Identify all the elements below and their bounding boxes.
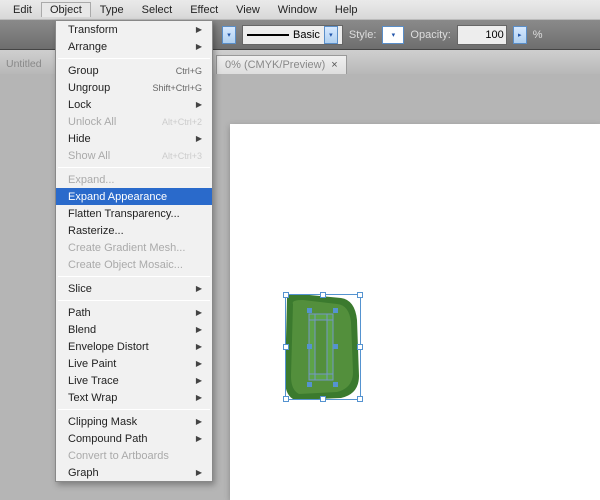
menu-item-lock[interactable]: Lock▶ bbox=[56, 96, 212, 113]
menu-item-flatten-transparency-[interactable]: Flatten Transparency... bbox=[56, 205, 212, 222]
submenu-arrow-icon: ▶ bbox=[196, 342, 202, 351]
menu-item-slice[interactable]: Slice▶ bbox=[56, 280, 212, 297]
submenu-arrow-icon: ▶ bbox=[196, 393, 202, 402]
menu-item-expand-: Expand... bbox=[56, 171, 212, 188]
menu-item-transform[interactable]: Transform▶ bbox=[56, 21, 212, 38]
menu-item-create-object-mosaic-: Create Object Mosaic... bbox=[56, 256, 212, 273]
opacity-value: 100 bbox=[485, 29, 503, 41]
menu-view[interactable]: View bbox=[227, 2, 269, 18]
menubar: Edit Object Type Select Effect View Wind… bbox=[0, 0, 600, 20]
stroke-line-icon bbox=[247, 34, 289, 36]
menu-type[interactable]: Type bbox=[91, 2, 133, 18]
menu-item-blend[interactable]: Blend▶ bbox=[56, 321, 212, 338]
menu-item-rasterize-[interactable]: Rasterize... bbox=[56, 222, 212, 239]
menu-item-unlock-all: Unlock AllAlt+Ctrl+2 bbox=[56, 113, 212, 130]
menu-help[interactable]: Help bbox=[326, 2, 367, 18]
menu-item-group[interactable]: GroupCtrl+G bbox=[56, 62, 212, 79]
menu-item-envelope-distort[interactable]: Envelope Distort▶ bbox=[56, 338, 212, 355]
doc-tab[interactable]: 0% (CMYK/Preview) × bbox=[216, 55, 347, 74]
menu-item-text-wrap[interactable]: Text Wrap▶ bbox=[56, 389, 212, 406]
menu-item-ungroup[interactable]: UngroupShift+Ctrl+G bbox=[56, 79, 212, 96]
menu-object[interactable]: Object bbox=[41, 2, 91, 17]
menu-item-compound-path[interactable]: Compound Path▶ bbox=[56, 430, 212, 447]
menu-item-path[interactable]: Path▶ bbox=[56, 304, 212, 321]
submenu-arrow-icon: ▶ bbox=[196, 359, 202, 368]
pct-label: % bbox=[533, 29, 543, 41]
submenu-arrow-icon: ▶ bbox=[196, 42, 202, 51]
stroke-dropdown-icon: ▾ bbox=[324, 26, 338, 44]
submenu-arrow-icon: ▶ bbox=[196, 134, 202, 143]
menu-item-live-paint[interactable]: Live Paint▶ bbox=[56, 355, 212, 372]
stroke-label: Basic bbox=[293, 29, 320, 41]
submenu-arrow-icon: ▶ bbox=[196, 325, 202, 334]
menu-item-hide[interactable]: Hide▶ bbox=[56, 130, 212, 147]
menu-window[interactable]: Window bbox=[269, 2, 326, 18]
stroke-preset[interactable]: Basic ▾ bbox=[242, 25, 343, 45]
submenu-arrow-icon: ▶ bbox=[196, 434, 202, 443]
opacity-label: Opacity: bbox=[410, 29, 450, 41]
object-menu-dropdown: Transform▶Arrange▶ GroupCtrl+GUngroupShif… bbox=[55, 20, 213, 482]
menu-edit[interactable]: Edit bbox=[4, 2, 41, 18]
submenu-arrow-icon: ▶ bbox=[196, 417, 202, 426]
menu-item-show-all: Show AllAlt+Ctrl+3 bbox=[56, 147, 212, 164]
submenu-arrow-icon: ▶ bbox=[196, 284, 202, 293]
menu-item-expand-appearance[interactable]: Expand Appearance bbox=[56, 188, 212, 205]
toolbar-dropdown-1[interactable]: ▾ bbox=[222, 26, 236, 44]
opacity-input[interactable]: 100 bbox=[457, 25, 507, 45]
menu-item-live-trace[interactable]: Live Trace▶ bbox=[56, 372, 212, 389]
doc-label-left: Untitled bbox=[6, 58, 42, 70]
canvas[interactable] bbox=[230, 124, 600, 500]
menu-item-graph[interactable]: Graph▶ bbox=[56, 464, 212, 481]
style-dropdown[interactable]: ▾ bbox=[382, 26, 404, 44]
submenu-arrow-icon: ▶ bbox=[196, 25, 202, 34]
menu-item-arrange[interactable]: Arrange▶ bbox=[56, 38, 212, 55]
menu-item-convert-to-artboards: Convert to Artboards bbox=[56, 447, 212, 464]
close-icon[interactable]: × bbox=[331, 59, 337, 71]
doc-tab-title: 0% (CMYK/Preview) bbox=[225, 59, 325, 71]
submenu-arrow-icon: ▶ bbox=[196, 100, 202, 109]
menu-item-clipping-mask[interactable]: Clipping Mask▶ bbox=[56, 413, 212, 430]
submenu-arrow-icon: ▶ bbox=[196, 308, 202, 317]
menu-item-create-gradient-mesh-: Create Gradient Mesh... bbox=[56, 239, 212, 256]
submenu-arrow-icon: ▶ bbox=[196, 376, 202, 385]
bounding-box bbox=[285, 294, 361, 400]
opacity-dropdown[interactable]: ▸ bbox=[513, 26, 527, 44]
menu-select[interactable]: Select bbox=[133, 2, 182, 18]
style-label: Style: bbox=[349, 29, 377, 41]
menu-effect[interactable]: Effect bbox=[181, 2, 227, 18]
submenu-arrow-icon: ▶ bbox=[196, 468, 202, 477]
